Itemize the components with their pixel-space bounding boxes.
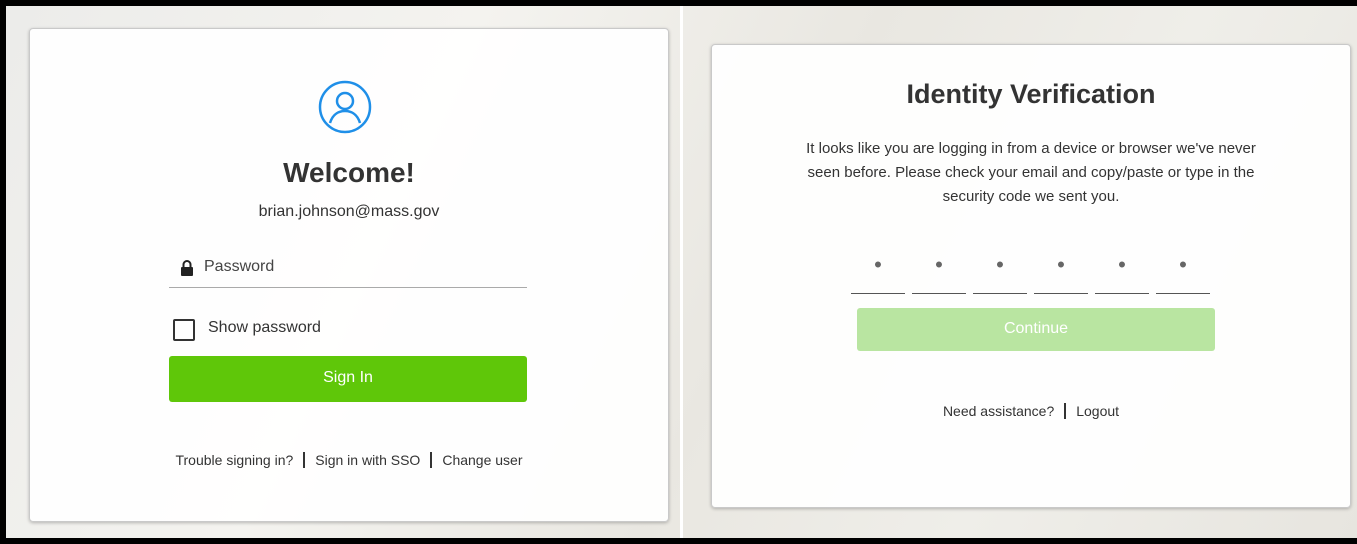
sign-in-button[interactable]: Sign In [169, 356, 527, 402]
verification-description: It looks like you are logging in from a … [806, 140, 1256, 205]
identity-verification-heading: Identity Verification [906, 79, 1156, 109]
show-password-checkbox[interactable] [173, 319, 195, 341]
continue-button[interactable]: Continue [857, 308, 1215, 351]
user-avatar-icon [318, 80, 372, 134]
sign-in-sso-link[interactable]: Sign in with SSO [315, 452, 420, 468]
user-email: brian.johnson@mass.gov [258, 203, 440, 220]
code-digit-input[interactable]: • [1034, 247, 1088, 294]
code-digit-input[interactable]: • [1095, 247, 1149, 294]
link-separator [430, 452, 433, 468]
verification-links: Need assistance? Logout [712, 403, 1350, 419]
login-links: Trouble signing in? Sign in with SSO Chang… [30, 452, 668, 468]
code-digit-input[interactable]: • [973, 247, 1027, 294]
link-separator [1064, 403, 1067, 419]
logout-link[interactable]: Logout [1076, 403, 1119, 419]
login-card: Welcome! brian.johnson@mass.gov Password… [29, 28, 669, 522]
show-password-label: Show password [208, 319, 321, 336]
change-user-link[interactable]: Change user [442, 452, 522, 468]
identity-verification-card: Identity Verification It looks like you … [711, 44, 1351, 508]
code-digit-input[interactable]: • [1156, 247, 1210, 294]
need-assistance-link[interactable]: Need assistance? [943, 403, 1054, 419]
welcome-heading: Welcome! [283, 157, 415, 188]
code-digit-input[interactable]: • [912, 247, 966, 294]
password-input[interactable]: Password [169, 251, 527, 288]
code-digit-input[interactable]: • [851, 247, 905, 294]
panel-divider [680, 6, 683, 538]
link-separator [303, 452, 306, 468]
screen-frame: Welcome! brian.johnson@mass.gov Password… [6, 6, 1357, 538]
password-placeholder: Password [204, 258, 275, 275]
lock-icon [181, 260, 193, 276]
trouble-signing-in-link[interactable]: Trouble signing in? [175, 452, 293, 468]
